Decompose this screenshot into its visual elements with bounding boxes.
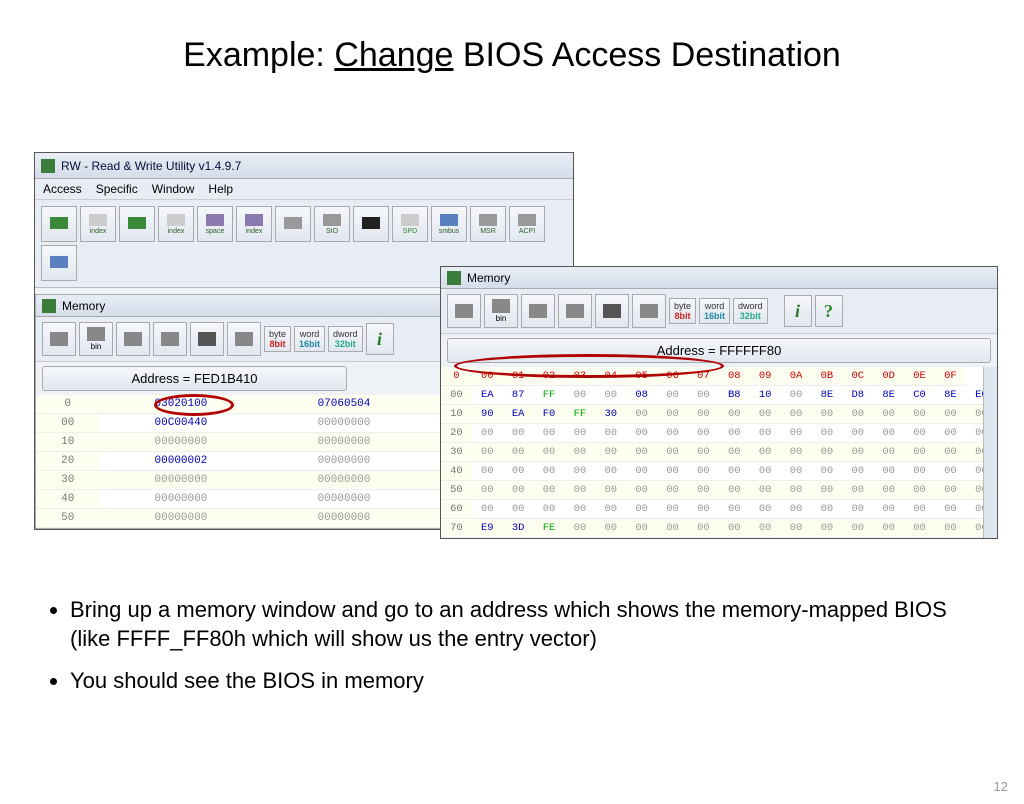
page-number: 12 bbox=[994, 779, 1008, 794]
menu-access[interactable]: Access bbox=[43, 182, 82, 196]
menubar: Access Specific Window Help bbox=[35, 179, 573, 200]
toolbar-btn[interactable]: ACPI bbox=[509, 206, 545, 242]
toolbar-btn[interactable]: SPD bbox=[392, 206, 428, 242]
bullet-2: You should see the BIOS in memory bbox=[70, 667, 970, 696]
memory-table-2: 0000102030405060708090A0B0C0D0E0F00EA87F… bbox=[441, 367, 997, 538]
menu-specific[interactable]: Specific bbox=[96, 182, 138, 196]
save-icon[interactable] bbox=[42, 322, 76, 356]
slide-title: Example: Change BIOS Access Destination bbox=[0, 36, 1024, 75]
memory-icon bbox=[42, 299, 56, 313]
tool-icon[interactable] bbox=[521, 294, 555, 328]
byte-size-btn[interactable]: byte8bit bbox=[264, 326, 291, 352]
bullet-list: Bring up a memory window and go to an ad… bbox=[50, 596, 970, 710]
tool-icon[interactable] bbox=[632, 294, 666, 328]
save-icon[interactable] bbox=[447, 294, 481, 328]
toolbar-btn[interactable] bbox=[41, 206, 77, 242]
toolbar-btn[interactable]: MSR bbox=[470, 206, 506, 242]
annotation-circle bbox=[454, 354, 724, 378]
binoculars-icon[interactable] bbox=[190, 322, 224, 356]
bin-icon[interactable]: bin bbox=[79, 322, 113, 356]
titlebar[interactable]: RW - Read & Write Utility v1.4.9.7 bbox=[35, 153, 573, 179]
memory-window-2: Memory bin byte8bit word16bit dword32bit… bbox=[440, 266, 998, 539]
app-icon bbox=[41, 159, 55, 173]
window-title: RW - Read & Write Utility v1.4.9.7 bbox=[61, 159, 241, 173]
toolbar-btn[interactable]: space bbox=[197, 206, 233, 242]
word-size-btn[interactable]: word16bit bbox=[699, 298, 730, 324]
scrollbar[interactable] bbox=[983, 367, 997, 538]
bin-icon[interactable]: bin bbox=[484, 294, 518, 328]
word-size-btn[interactable]: word16bit bbox=[294, 326, 325, 352]
toolbar-btn[interactable] bbox=[119, 206, 155, 242]
toolbar-btn[interactable]: index bbox=[236, 206, 272, 242]
dword-size-btn[interactable]: dword32bit bbox=[733, 298, 768, 324]
menu-window[interactable]: Window bbox=[152, 182, 195, 196]
help-icon[interactable]: ? bbox=[815, 295, 843, 327]
tool-icon[interactable] bbox=[153, 322, 187, 356]
annotation-circle bbox=[154, 394, 234, 416]
toolbar-btn[interactable]: index bbox=[158, 206, 194, 242]
tool-icon[interactable] bbox=[227, 322, 261, 356]
toolbar-btn[interactable]: SIO bbox=[314, 206, 350, 242]
memory-toolbar-2: bin byte8bit word16bit dword32bit i ? bbox=[441, 289, 997, 334]
toolbar-btn[interactable]: smbus bbox=[431, 206, 467, 242]
address-button[interactable]: Address = FED1B410 bbox=[42, 366, 347, 391]
byte-size-btn[interactable]: byte8bit bbox=[669, 298, 696, 324]
menu-help[interactable]: Help bbox=[208, 182, 233, 196]
toolbar-btn[interactable] bbox=[353, 206, 389, 242]
toolbar-btn[interactable]: index bbox=[80, 206, 116, 242]
info-icon[interactable]: i bbox=[366, 323, 394, 355]
dword-size-btn[interactable]: dword32bit bbox=[328, 326, 363, 352]
tool-icon[interactable] bbox=[558, 294, 592, 328]
bullet-1: Bring up a memory window and go to an ad… bbox=[70, 596, 970, 653]
toolbar-btn[interactable] bbox=[275, 206, 311, 242]
memory-titlebar-2[interactable]: Memory bbox=[441, 267, 997, 289]
info-icon[interactable]: i bbox=[784, 295, 812, 327]
memory-icon bbox=[447, 271, 461, 285]
binoculars-icon[interactable] bbox=[595, 294, 629, 328]
tool-icon[interactable] bbox=[116, 322, 150, 356]
toolbar-btn[interactable] bbox=[41, 245, 77, 281]
